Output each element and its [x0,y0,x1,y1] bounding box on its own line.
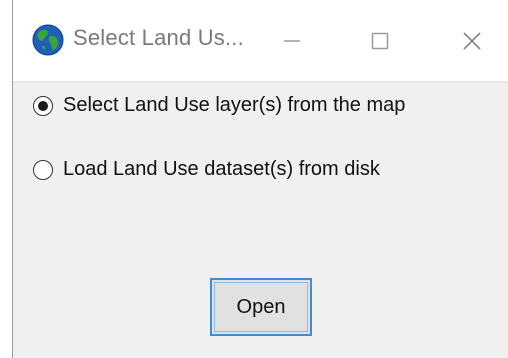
option-label-load-from-disk[interactable]: Load Land Use dataset(s) from disk [63,158,380,181]
radio-button-select-from-map[interactable] [33,95,53,116]
open-button-label: Open [236,295,286,318]
minimize-button[interactable] [275,24,309,58]
radio-selected-dot [38,100,48,111]
option-select-from-map[interactable]: Select Land Use layer(s) from the map [33,94,405,117]
option-load-from-disk[interactable]: Load Land Use dataset(s) from disk [33,158,380,181]
window-title: Select Land Us... [73,25,244,50]
radio-button-load-from-disk[interactable] [33,159,53,180]
close-button[interactable] [455,24,489,58]
title-bar[interactable]: Select Land Us... [13,0,508,82]
minimize-icon [282,31,302,51]
open-button[interactable]: Open [210,278,312,336]
option-label-select-from-map[interactable]: Select Land Use layer(s) from the map [63,94,405,117]
dialog-window: Select Land Us... Select Land Use layer(… [12,0,508,358]
globe-icon [32,24,64,56]
close-icon [461,30,483,52]
maximize-button[interactable] [363,24,397,58]
maximize-icon [370,31,390,51]
